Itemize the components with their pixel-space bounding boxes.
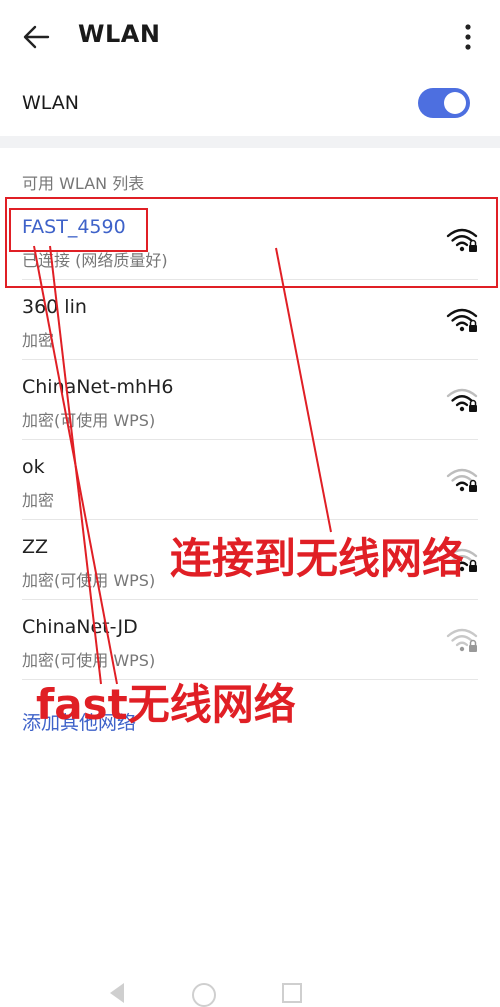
network-status: 加密(可使用 WPS) bbox=[22, 651, 156, 670]
wifi-locked-icon bbox=[446, 468, 478, 492]
wifi-locked-icon bbox=[446, 388, 478, 412]
nav-recents-icon[interactable] bbox=[282, 983, 302, 1003]
app-bar: WLAN bbox=[0, 0, 500, 72]
more-vertical-icon[interactable] bbox=[456, 22, 480, 52]
network-status: 加密(可使用 WPS) bbox=[22, 571, 156, 590]
network-item-360-lin[interactable]: 360 lin 加密 bbox=[0, 280, 500, 360]
network-status: 加密(可使用 WPS) bbox=[22, 411, 156, 430]
available-networks-header: 可用 WLAN 列表 bbox=[22, 174, 145, 193]
network-name: ChinaNet-JD bbox=[22, 616, 138, 638]
nav-home-icon[interactable] bbox=[192, 983, 216, 1007]
toggle-knob bbox=[444, 92, 466, 114]
page-title: WLAN bbox=[78, 20, 161, 48]
network-name: ZZ bbox=[22, 536, 49, 558]
wlan-toggle-switch[interactable] bbox=[418, 88, 470, 118]
network-status: 加密 bbox=[22, 491, 55, 510]
wifi-locked-icon bbox=[446, 628, 478, 652]
system-nav-bar bbox=[0, 975, 500, 1007]
annotation-label-connect: 连接到无线网络 bbox=[170, 534, 465, 583]
wlan-toggle-row[interactable]: WLAN bbox=[0, 72, 500, 136]
network-item-ok[interactable]: ok 加密 bbox=[0, 440, 500, 520]
network-name: ok bbox=[22, 456, 45, 478]
annotation-box-network-name bbox=[9, 208, 148, 252]
network-name: 360 lin bbox=[22, 296, 87, 318]
network-item-chinanet-jd[interactable]: ChinaNet-JD 加密(可使用 WPS) bbox=[0, 600, 500, 680]
wifi-locked-icon bbox=[446, 308, 478, 332]
section-separator bbox=[0, 136, 500, 148]
wlan-toggle-label: WLAN bbox=[22, 92, 80, 114]
annotation-label-fast: fast无线网络 bbox=[36, 680, 296, 729]
network-name: ChinaNet-mhH6 bbox=[22, 376, 174, 398]
nav-back-icon[interactable] bbox=[110, 983, 124, 1003]
back-arrow-icon[interactable] bbox=[20, 20, 54, 54]
network-status: 加密 bbox=[22, 331, 55, 350]
network-item-chinanet-mhh6[interactable]: ChinaNet-mhH6 加密(可使用 WPS) bbox=[0, 360, 500, 440]
